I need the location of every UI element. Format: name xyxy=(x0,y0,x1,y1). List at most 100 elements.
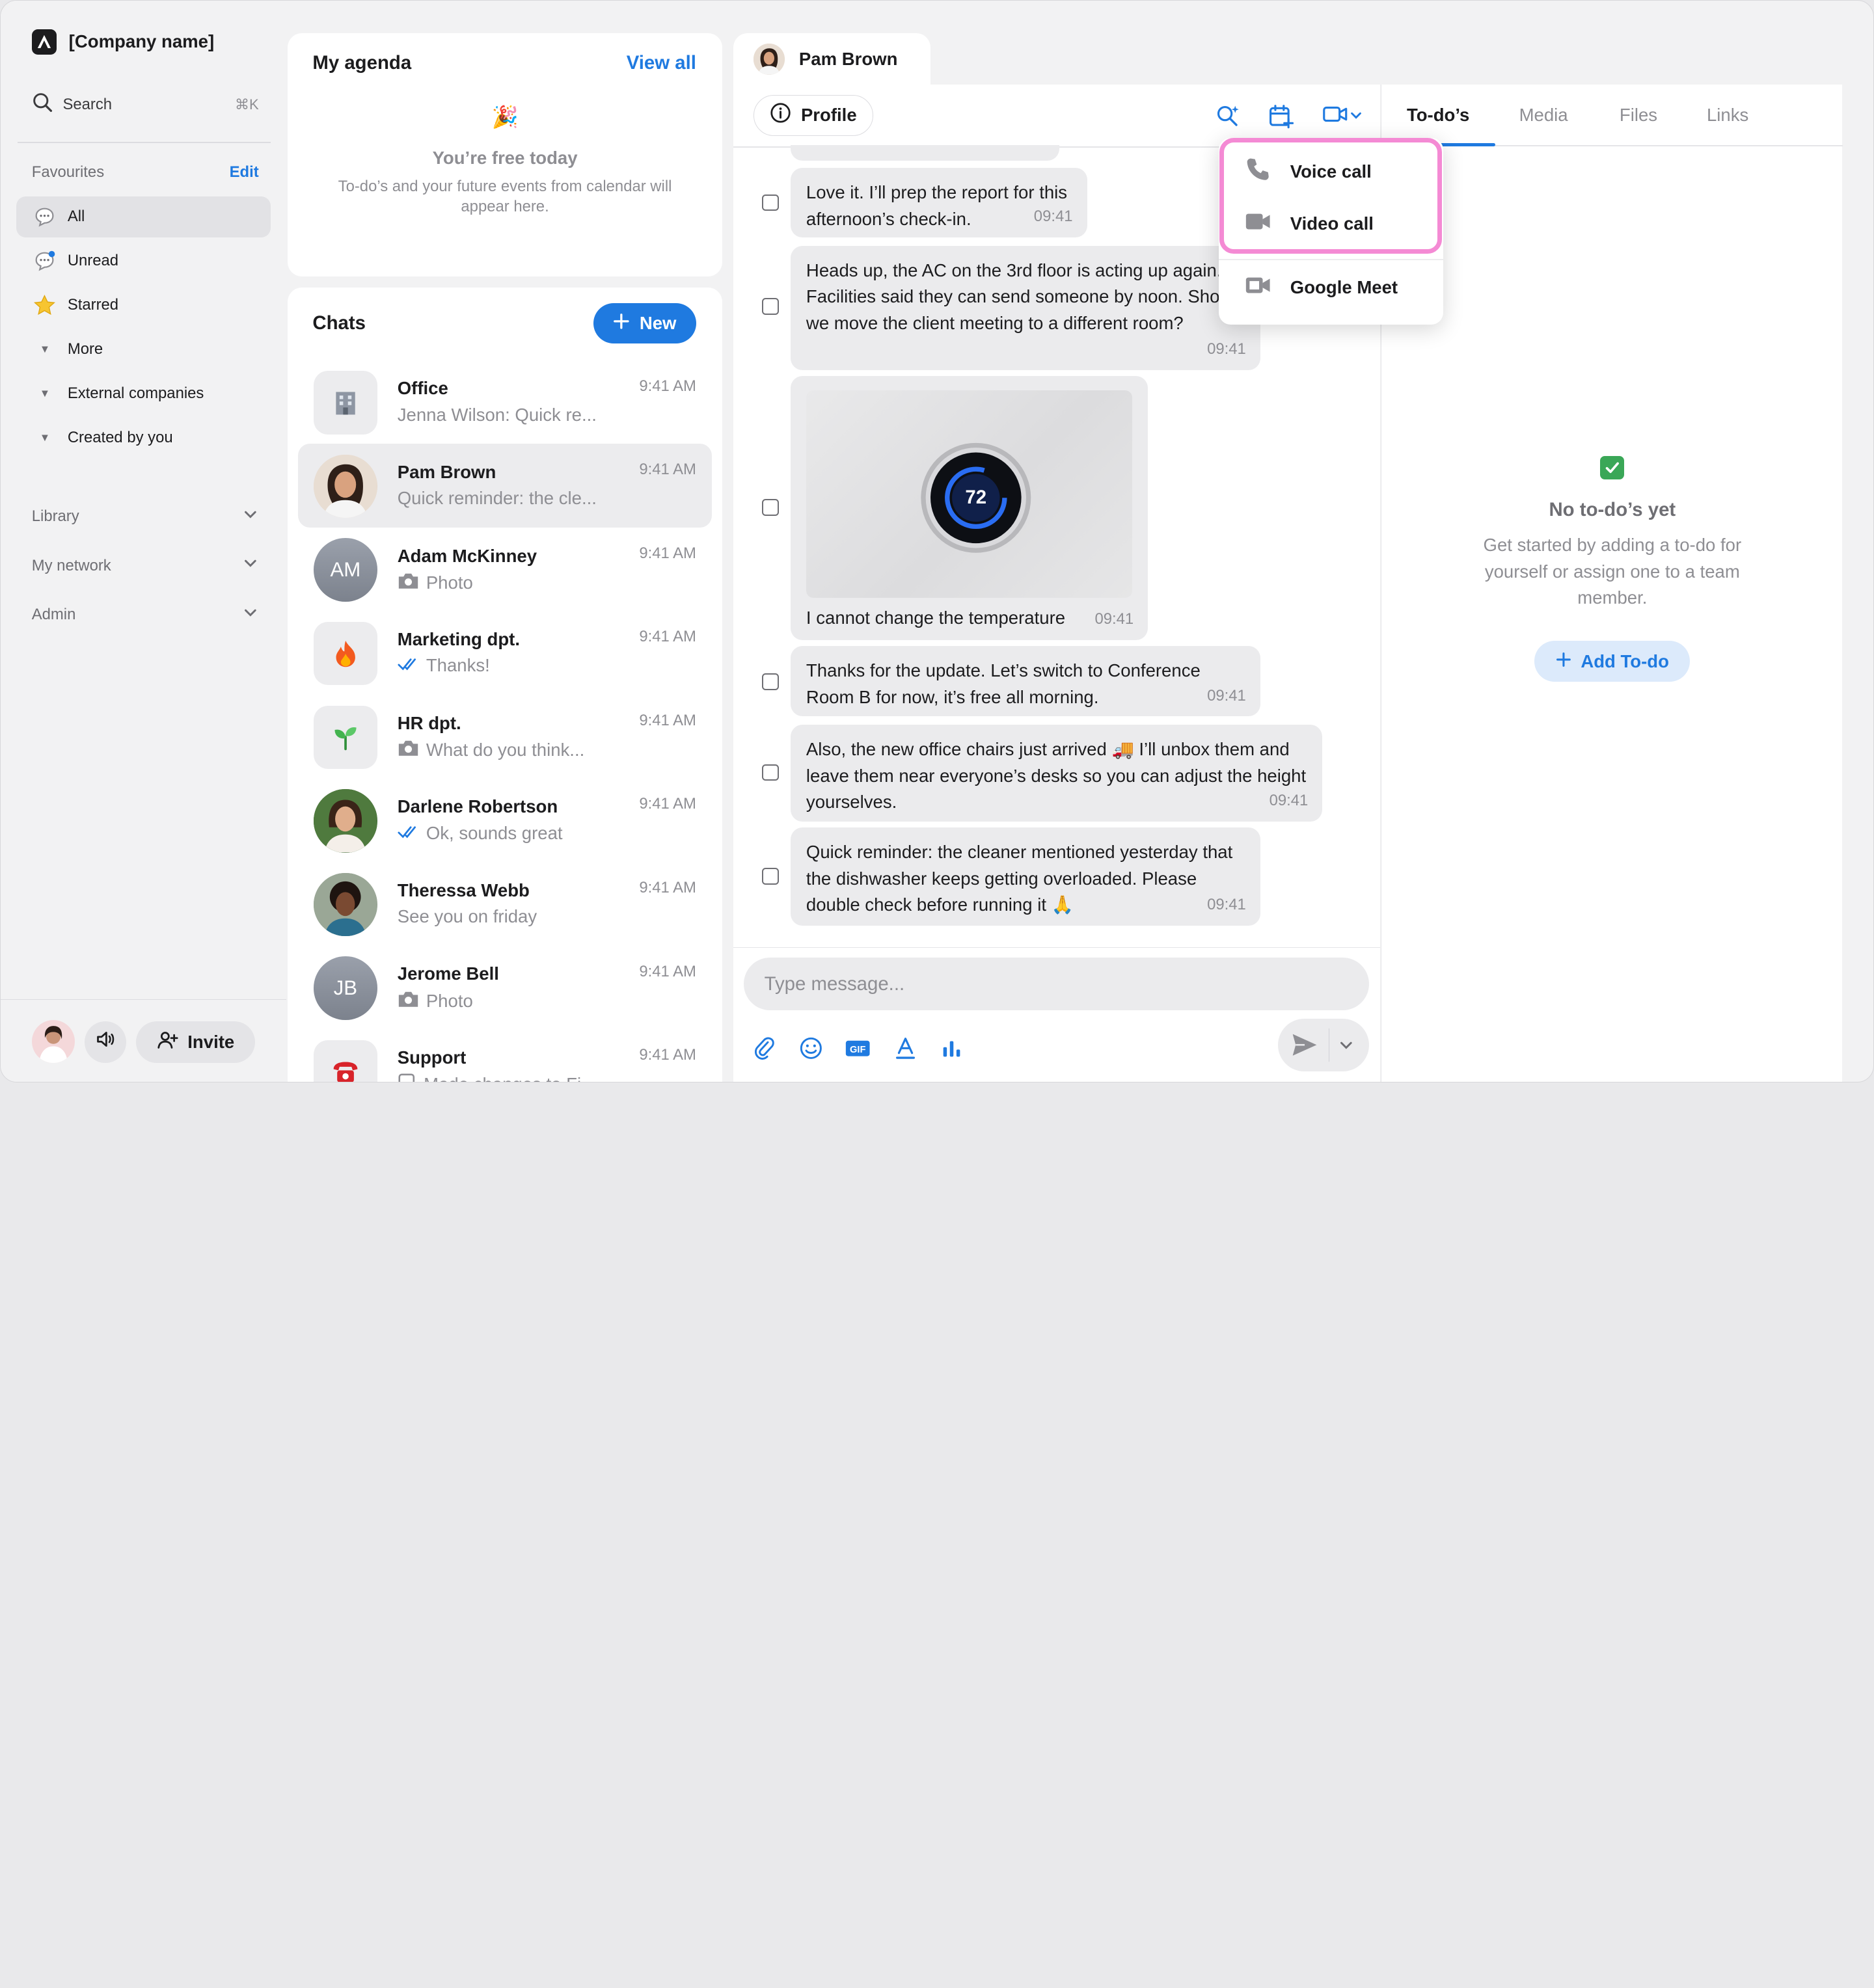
avatar xyxy=(314,872,377,937)
invite-button[interactable]: Invite xyxy=(135,1021,256,1063)
message-bubble[interactable]: Thanks for the update. Let’s switch to C… xyxy=(791,645,1260,717)
conversation-tab[interactable]: Pam Brown xyxy=(733,33,930,86)
agenda-card: My agenda View all 🎉 You’re free today T… xyxy=(287,33,723,277)
message-input[interactable]: Type message... xyxy=(744,958,1369,1010)
chat-preview: Ok, sounds great xyxy=(398,823,619,844)
view-all-link[interactable]: View all xyxy=(627,52,696,74)
chat-row-hr[interactable]: HR dpt. What do you think... 9:41 AM xyxy=(298,695,711,779)
sidebar-item-external-companies[interactable]: ▼ External companies xyxy=(16,373,271,414)
chat-preview-text: What do you think... xyxy=(426,740,585,760)
avatar xyxy=(314,789,377,853)
chevron-down-icon xyxy=(242,604,259,626)
divider xyxy=(1328,1028,1330,1062)
sidebar-item-more[interactable]: ▼ More xyxy=(16,329,271,369)
company-header[interactable]: [Company name] xyxy=(31,29,214,55)
chat-row-adam-mckinney[interactable]: AM Adam McKinney Photo 9:41 AM xyxy=(298,528,711,611)
chevron-down-icon xyxy=(242,506,259,528)
chat-name: Adam McKinney xyxy=(397,545,537,566)
chat-preview-text: Quick reminder: the cle... xyxy=(397,488,597,509)
emoji-icon[interactable] xyxy=(798,1036,824,1062)
calendar-add-icon[interactable] xyxy=(1268,103,1294,129)
chat-row-pam-brown[interactable]: Pam Brown Quick reminder: the cle... 9:4… xyxy=(298,444,712,528)
chat-time: 9:41 AM xyxy=(639,962,696,980)
menu-item-label: Google Meet xyxy=(1290,276,1398,297)
favourites-header: Favourites Edit xyxy=(32,163,259,181)
message-select-checkbox[interactable] xyxy=(761,194,779,211)
sidebar-item-created-by-you[interactable]: ▼ Created by you xyxy=(16,418,271,458)
message-select-checkbox[interactable] xyxy=(761,868,779,885)
sidebar-item-label: More xyxy=(67,340,103,358)
message-select-checkbox[interactable] xyxy=(761,673,779,690)
chat-name: Pam Brown xyxy=(397,461,496,482)
chat-row-support[interactable]: Support Made changes to Fi... 9:41 AM xyxy=(298,1029,711,1082)
message-bubble[interactable]: Heads up, the AC on the 3rd floor is act… xyxy=(791,245,1260,370)
check-mark-icon xyxy=(1600,455,1625,480)
sidebar-item-label: Starred xyxy=(67,296,119,314)
invite-label: Invite xyxy=(187,1031,235,1052)
video-call-dropdown-button[interactable] xyxy=(1319,103,1366,129)
chat-name: Office xyxy=(397,378,448,399)
message-text: Quick reminder: the cleaner mentioned ye… xyxy=(806,842,1233,915)
tab-links[interactable]: Links xyxy=(1707,105,1748,126)
chat-time: 9:41 AM xyxy=(639,461,696,479)
message-text: Also, the new office chairs just arrived… xyxy=(806,739,1307,813)
ai-search-icon[interactable] xyxy=(1215,103,1241,129)
tab-files[interactable]: Files xyxy=(1620,105,1657,126)
tab-media[interactable]: Media xyxy=(1519,105,1568,126)
search-input[interactable]: Search ⌘K xyxy=(32,92,259,118)
search-shortcut: ⌘K xyxy=(234,96,259,113)
attachment-icon[interactable] xyxy=(751,1036,777,1062)
chat-row-darlene-robertson[interactable]: Darlene Robertson Ok, sounds great 9:41 … xyxy=(298,779,711,863)
profile-button[interactable]: Profile xyxy=(754,95,873,136)
sidebar-item-all[interactable]: All xyxy=(16,196,271,237)
favourites-label: Favourites xyxy=(31,163,105,181)
section-library[interactable]: Library xyxy=(32,506,259,528)
my-avatar[interactable] xyxy=(31,1019,75,1063)
chat-preview: See you on friday xyxy=(398,906,619,927)
message-bubble-image[interactable]: 72 I cannot change the temperature 09:41 xyxy=(791,375,1148,640)
chat-bubble-icon xyxy=(33,205,57,229)
gif-icon[interactable]: GIF xyxy=(845,1036,871,1062)
speaker-icon xyxy=(94,1028,116,1055)
message-select-checkbox[interactable] xyxy=(761,298,779,316)
chat-preview: Jenna Wilson: Quick re... xyxy=(398,405,619,425)
chat-row-jerome-bell[interactable]: JB Jerome Bell Photo 9:41 AM xyxy=(298,946,711,1030)
chat-preview-text: See you on friday xyxy=(397,906,537,927)
tab-todos[interactable]: To-do’s xyxy=(1407,105,1469,126)
chat-preview-text: Photo xyxy=(426,991,473,1012)
message-bubble[interactable]: Love it. I’ll prep the report for this a… xyxy=(791,168,1087,237)
sound-button[interactable] xyxy=(84,1021,126,1063)
message-bubble[interactable]: Quick reminder: the cleaner mentioned ye… xyxy=(791,827,1260,926)
message-select-checkbox[interactable] xyxy=(761,764,779,781)
message-select-checkbox[interactable] xyxy=(761,498,779,516)
poll-icon[interactable] xyxy=(939,1036,965,1062)
chats-card: Chats New Office Jenna Wilson: Quick re.… xyxy=(287,287,723,1082)
menu-separator xyxy=(1218,258,1443,260)
party-popper-icon: 🎉 xyxy=(491,105,519,129)
chat-row-office[interactable]: Office Jenna Wilson: Quick re... 9:41 AM xyxy=(298,360,711,444)
text-format-icon[interactable] xyxy=(892,1036,918,1062)
message-time: 09:41 xyxy=(1094,610,1134,628)
chat-name: Support xyxy=(397,1047,467,1068)
chat-preview: Quick reminder: the cle... xyxy=(398,488,619,509)
section-my-network[interactable]: My network xyxy=(32,555,259,576)
chat-row-theressa-webb[interactable]: Theressa Webb See you on friday 9:41 AM xyxy=(298,862,711,946)
thermostat-photo[interactable]: 72 xyxy=(806,390,1133,598)
message-bubble[interactable]: Also, the new office chairs just arrived… xyxy=(791,725,1323,822)
sidebar-item-unread[interactable]: Unread xyxy=(16,241,271,281)
message-time: 09:41 xyxy=(1207,686,1246,705)
message-text: I cannot change the temperature xyxy=(806,608,1066,628)
send-icon[interactable] xyxy=(1290,1032,1319,1063)
chevron-down-icon[interactable] xyxy=(1338,1036,1355,1058)
edit-favourites-button[interactable]: Edit xyxy=(230,163,259,181)
section-admin[interactable]: Admin xyxy=(32,604,259,626)
company-logo-icon xyxy=(31,29,57,55)
new-chat-button[interactable]: New xyxy=(593,302,696,344)
sidebar-item-starred[interactable]: Starred xyxy=(16,285,271,325)
caret-down-icon: ▼ xyxy=(39,343,51,356)
camera-icon xyxy=(398,739,419,762)
menu-item-google-meet[interactable]: Google Meet xyxy=(1245,273,1398,302)
add-todo-button[interactable]: Add To-do xyxy=(1534,641,1691,682)
chat-row-marketing[interactable]: Marketing dpt. Thanks! 9:41 AM xyxy=(298,611,711,695)
sidebar-item-label: Created by you xyxy=(67,429,173,447)
